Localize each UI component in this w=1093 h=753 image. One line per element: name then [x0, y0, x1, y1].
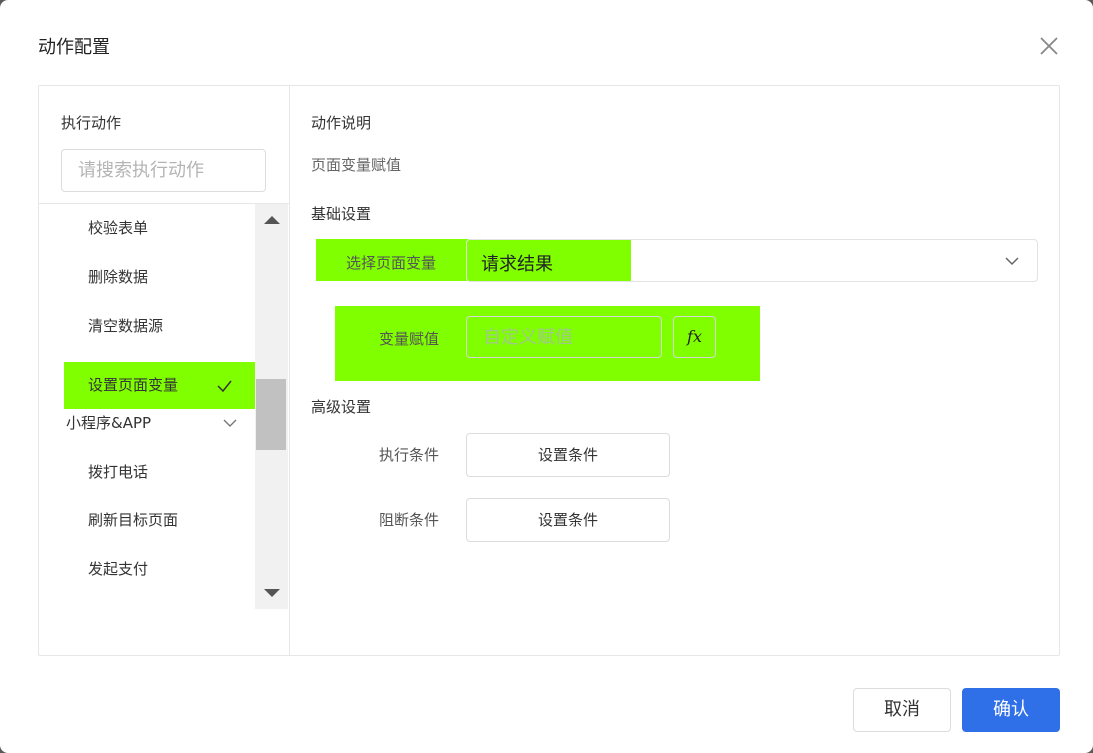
basic-settings-title: 基础设置 [311, 205, 372, 223]
list-item-label: 设置页面变量 [88, 376, 179, 394]
confirm-button[interactable]: 确认 [962, 688, 1060, 732]
chevron-down-icon [223, 419, 237, 427]
close-icon[interactable] [1036, 33, 1062, 59]
config-panel: 执行动作 校验表单 删除数据 清空数据源 设置页面变量 小程序&APP [38, 85, 1060, 656]
scroll-down-arrow-icon[interactable] [264, 589, 280, 597]
block-condition-label: 阻断条件 [379, 511, 440, 529]
cancel-button[interactable]: 取消 [853, 688, 951, 732]
action-config-dialog: 动作配置 执行动作 校验表单 删除数据 清空数据源 设置页面变量 [0, 0, 1093, 753]
list-item-delete-data[interactable]: 删除数据 [39, 257, 255, 297]
select-variable-label: 选择页面变量 [346, 254, 437, 272]
block-condition-button[interactable]: 设置条件 [466, 498, 670, 542]
action-desc-text: 页面变量赋值 [311, 156, 402, 174]
check-icon [217, 380, 232, 393]
action-list-title: 执行动作 [61, 114, 122, 132]
exec-condition-button[interactable]: 设置条件 [466, 433, 670, 477]
action-list: 校验表单 删除数据 清空数据源 设置页面变量 小程序&APP 拨打电话 刷新目标… [39, 204, 255, 609]
list-item-validate-form[interactable]: 校验表单 [39, 208, 255, 248]
list-item-label: 删除数据 [88, 268, 149, 286]
list-item-label: 发起支付 [88, 560, 149, 578]
list-scrollbar[interactable] [255, 204, 288, 609]
variable-assign-label: 变量赋值 [379, 330, 440, 348]
fx-formula-button[interactable]: fx [673, 316, 716, 358]
list-item-label: 校验表单 [88, 219, 149, 237]
action-settings-panel: 动作说明 页面变量赋值 基础设置 选择页面变量 请求结果 变量赋值 fx 高级设… [290, 86, 1059, 655]
list-item-refresh-page[interactable]: 刷新目标页面 [39, 500, 255, 540]
list-item-clear-datasource[interactable]: 清空数据源 [39, 306, 255, 346]
dialog-title: 动作配置 [38, 37, 110, 58]
scroll-thumb[interactable] [256, 379, 286, 450]
list-item-make-call[interactable]: 拨打电话 [39, 452, 255, 492]
chevron-down-icon [1005, 257, 1019, 266]
list-item-initiate-payment[interactable]: 发起支付 [39, 549, 255, 589]
action-search-input[interactable] [61, 149, 266, 192]
list-item-set-page-variable[interactable]: 设置页面变量 [64, 362, 255, 409]
list-group-miniprogram-app[interactable]: 小程序&APP [39, 403, 255, 443]
list-item-label: 拨打电话 [88, 463, 149, 481]
advanced-settings-title: 高级设置 [311, 398, 372, 416]
action-desc-title: 动作说明 [311, 114, 372, 132]
action-list-panel: 执行动作 校验表单 删除数据 清空数据源 设置页面变量 小程序&APP [39, 86, 290, 655]
exec-condition-label: 执行条件 [379, 446, 440, 464]
page-variable-select-value: 请求结果 [481, 254, 553, 275]
custom-value-input[interactable] [466, 316, 662, 358]
scroll-up-arrow-icon[interactable] [264, 216, 280, 224]
list-item-label: 刷新目标页面 [88, 511, 179, 529]
list-group-label: 小程序&APP [66, 414, 152, 432]
list-item-label: 清空数据源 [88, 317, 164, 335]
